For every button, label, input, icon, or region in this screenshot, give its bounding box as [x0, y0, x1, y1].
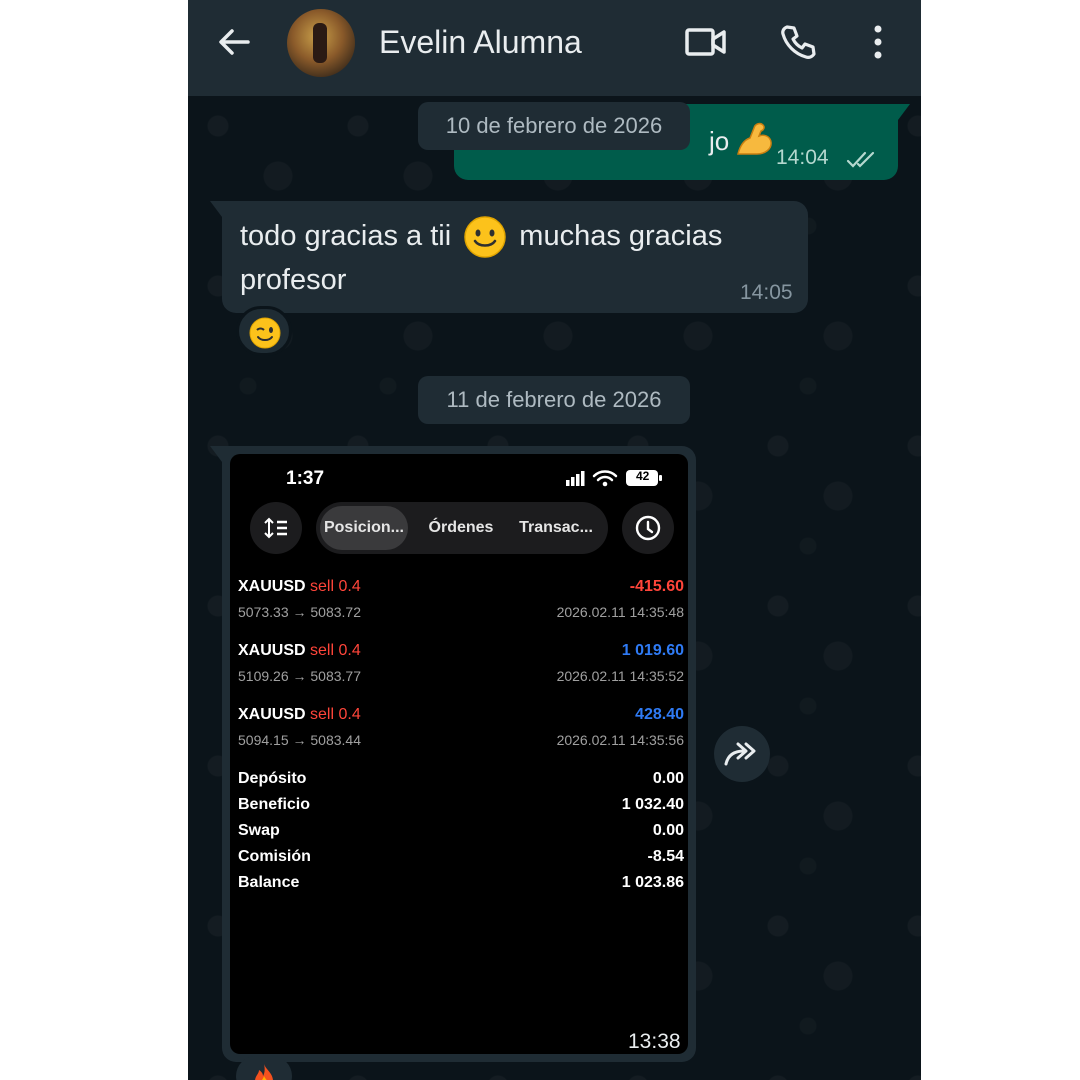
- avatar[interactable]: [287, 9, 355, 77]
- summary-label: Swap: [238, 822, 280, 839]
- status-bar-time: 1:37: [286, 468, 325, 489]
- summary-label: Comisión: [238, 848, 311, 865]
- summary-value: -8.54: [647, 848, 684, 865]
- more-vertical-icon[interactable]: [862, 22, 894, 62]
- position-datetime: 2026.02.11 14:35:52: [556, 668, 684, 684]
- position-row[interactable]: XAUUSD sell 0.4 1 019.60 5109.26 → 5083.…: [238, 642, 684, 694]
- smiling-face-emoji: [463, 215, 507, 259]
- chat-header: Evelin Alumna: [188, 0, 921, 96]
- fire-icon: [255, 1064, 273, 1080]
- summary-value: 1 023.86: [621, 874, 684, 891]
- date-separator: 11 de febrero de 2026: [418, 376, 690, 424]
- tab-positions[interactable]: Posicion...: [320, 502, 408, 554]
- position-symbol: XAUUSD: [238, 578, 306, 595]
- message-time: 14:04: [776, 146, 829, 169]
- position-prices: 5109.26 → 5083.77: [238, 668, 361, 684]
- position-row[interactable]: XAUUSD sell 0.4 -415.60 5073.33 → 5083.7…: [238, 578, 684, 630]
- position-direction: sell 0.4: [310, 578, 361, 595]
- flexed-biceps-emoji: [732, 116, 776, 160]
- date-separator: 10 de febrero de 2026: [418, 102, 690, 150]
- position-datetime: 2026.02.11 14:35:48: [556, 604, 684, 620]
- message-text: todo gracias a tii muchas gracias profes…: [240, 215, 760, 302]
- summary-row-commission: Comisión -8.54: [238, 848, 684, 874]
- summary-value: 0.00: [652, 770, 684, 787]
- position-profit: 428.40: [635, 706, 684, 723]
- position-direction: sell 0.4: [310, 706, 361, 723]
- position-datetime: 2026.02.11 14:35:56: [556, 732, 684, 748]
- summary-label: Beneficio: [238, 796, 311, 813]
- summary-row-deposit: Depósito 0.00: [238, 770, 684, 796]
- position-profit: 1 019.60: [621, 642, 684, 659]
- video-call-icon[interactable]: [684, 22, 728, 62]
- contact-name[interactable]: Evelin Alumna: [379, 22, 582, 62]
- position-row[interactable]: XAUUSD sell 0.4 428.40 5094.15 → 5083.44…: [238, 706, 684, 758]
- battery-level: 42: [636, 469, 650, 483]
- summary-value: 0.00: [652, 822, 684, 839]
- summary-row-profit: Beneficio 1 032.40: [238, 796, 684, 822]
- incoming-image-message[interactable]: 1:37 42 Posicion... Órdenes Transac... X…: [210, 446, 696, 1062]
- tab-transactions[interactable]: Transac...: [510, 502, 602, 554]
- sort-icon[interactable]: [250, 502, 302, 554]
- message-text: jo: [709, 126, 730, 156]
- trading-screenshot[interactable]: 1:37 42 Posicion... Órdenes Transac... X…: [230, 454, 688, 1054]
- position-prices: 5094.15 → 5083.44: [238, 732, 361, 748]
- message-text-part: todo gracias a tii: [240, 220, 452, 252]
- winking-face-icon: [249, 317, 281, 349]
- summary-label: Balance: [238, 874, 300, 891]
- status-bar-icons: [566, 468, 666, 488]
- history-clock-icon[interactable]: [622, 502, 674, 554]
- back-arrow-icon[interactable]: [214, 22, 254, 62]
- summary-label: Depósito: [238, 770, 307, 787]
- summary-row-swap: Swap 0.00: [238, 822, 684, 848]
- message-time: 14:05: [740, 281, 793, 304]
- summary-value: 1 032.40: [621, 796, 684, 813]
- tab-segmented-control: Posicion... Órdenes Transac...: [316, 502, 608, 554]
- chat-screen: Evelin Alumna jo 14:04 10 de febrero de …: [188, 0, 921, 1080]
- message-time: 13:38: [628, 1030, 681, 1053]
- summary-row-balance: Balance 1 023.86: [238, 874, 684, 900]
- position-prices: 5073.33 → 5083.72: [238, 604, 361, 620]
- position-symbol: XAUUSD: [238, 706, 306, 723]
- incoming-message[interactable]: todo gracias a tii muchas gracias profes…: [210, 201, 808, 313]
- position-profit: -415.60: [629, 578, 684, 595]
- position-symbol: XAUUSD: [238, 642, 306, 659]
- phone-icon[interactable]: [778, 22, 818, 62]
- tab-orders[interactable]: Órdenes: [418, 502, 504, 554]
- reaction-badge[interactable]: [236, 1056, 292, 1080]
- read-ticks-icon: [846, 150, 880, 170]
- position-direction: sell 0.4: [310, 642, 361, 659]
- reaction-badge[interactable]: [236, 306, 292, 356]
- forward-icon[interactable]: [714, 726, 770, 782]
